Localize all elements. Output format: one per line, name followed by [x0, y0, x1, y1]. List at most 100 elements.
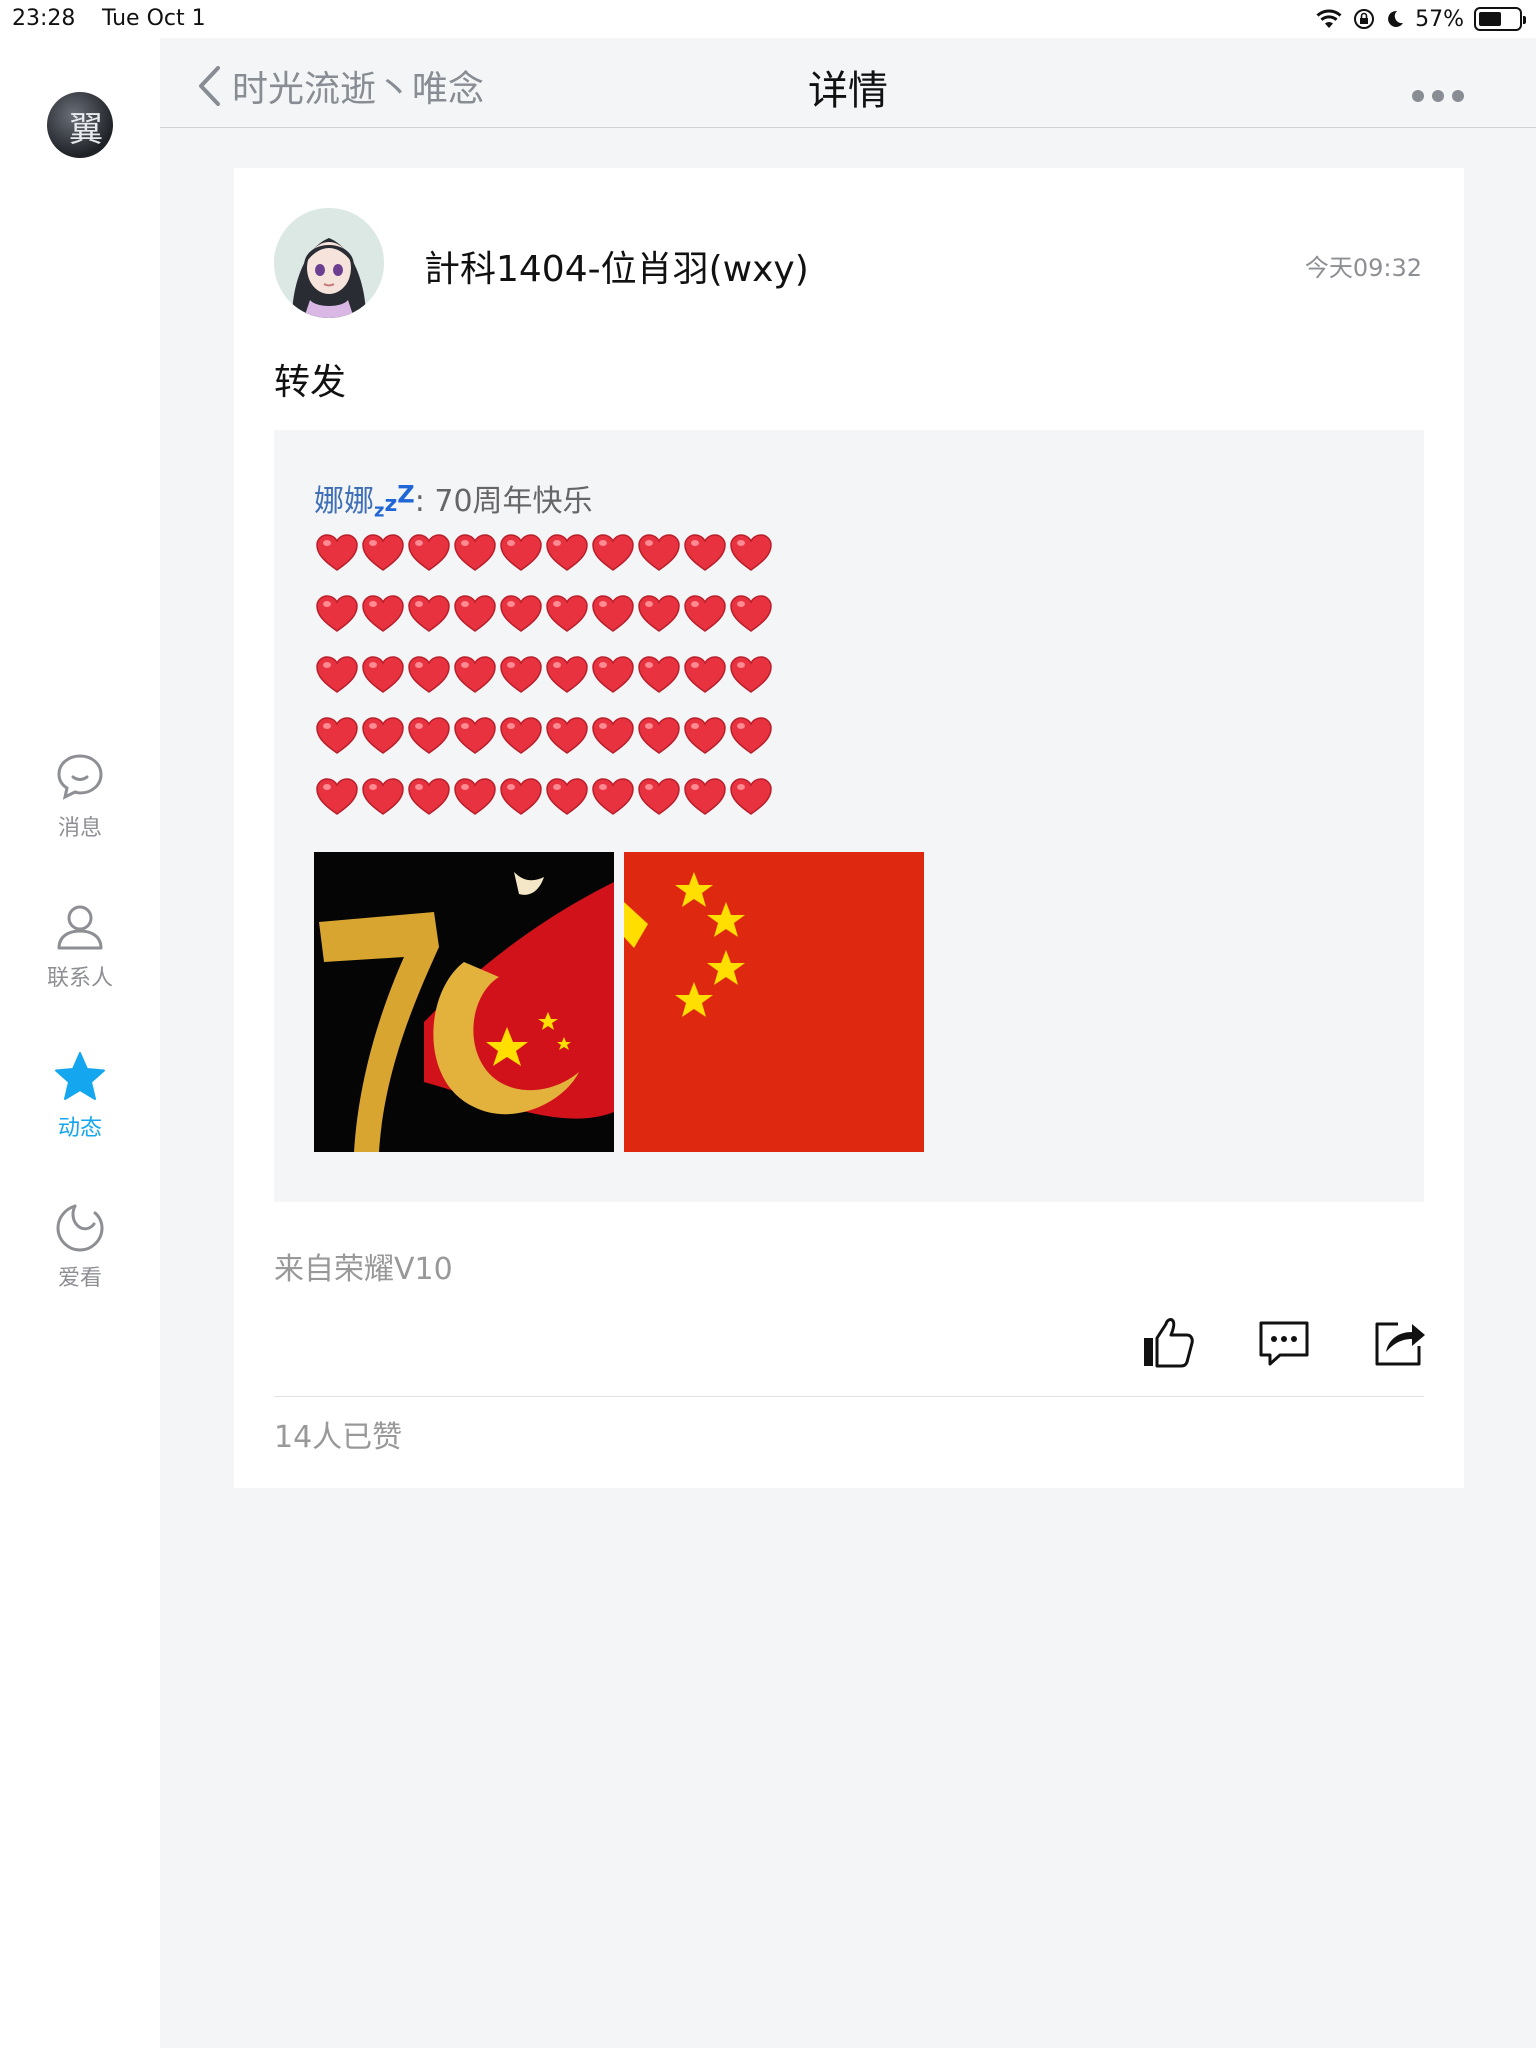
sidebar-item-label: 联系人 [46, 966, 113, 991]
heart-emoji-icon [730, 778, 772, 815]
status-date: Tue Oct 1 [102, 6, 206, 31]
hearts-grid [314, 530, 774, 835]
my-avatar[interactable]: 翼 [47, 92, 113, 158]
heart-emoji-icon [454, 778, 496, 815]
heart-emoji-icon [316, 656, 358, 693]
sidebar-item-label: 爱看 [57, 1266, 102, 1291]
heart-emoji-icon [454, 534, 496, 571]
heart-emoji-icon [500, 656, 542, 693]
heart-emoji-icon [362, 534, 404, 571]
heart-row [314, 652, 774, 713]
heart-row [314, 591, 774, 652]
sidebar: 翼 消息 联系人 动态 爱看 [0, 38, 160, 2048]
top-navigation: 时光流逝丶唯念 详情 [160, 38, 1536, 128]
heart-emoji-icon [408, 656, 450, 693]
heart-emoji-icon [592, 534, 634, 571]
heart-emoji-icon [684, 534, 726, 571]
sidebar-item-feed[interactable]: 动态 [0, 1050, 160, 1142]
moon-swirl-icon [56, 1204, 104, 1252]
sidebar-item-messages[interactable]: 消息 [0, 750, 160, 842]
repost-username[interactable]: 娜娜 [314, 484, 374, 519]
heart-emoji-icon [546, 534, 588, 571]
heart-emoji-icon [362, 656, 404, 693]
rotation-lock-icon [1354, 9, 1375, 29]
wifi-icon [1316, 9, 1342, 28]
heart-emoji-icon [638, 534, 680, 571]
comment-bubble-icon[interactable] [1256, 1314, 1312, 1370]
heart-emoji-icon [500, 534, 542, 571]
anime-avatar-image [274, 208, 384, 318]
heart-emoji-icon [500, 717, 542, 754]
post-card: 計科1404-位肖羽(wxy) 今天09:32 转发 娜娜zzZ: 70周年快乐 [234, 168, 1464, 1488]
heart-emoji-icon [408, 595, 450, 632]
70-anniversary-image[interactable] [314, 852, 614, 1152]
author-avatar[interactable] [274, 208, 384, 318]
do-not-disturb-moon-icon [1388, 10, 1404, 27]
post-actions [234, 1314, 1464, 1384]
heart-emoji-icon [546, 656, 588, 693]
sidebar-item-watch[interactable]: 爱看 [0, 1200, 160, 1292]
heart-emoji-icon [546, 717, 588, 754]
avatar-glyph: 翼 [69, 110, 103, 150]
status-bar: 23:28 Tue Oct 1 57% [0, 0, 1536, 38]
heart-row [314, 774, 774, 835]
heart-row [314, 713, 774, 774]
heart-emoji-icon [638, 717, 680, 754]
heart-emoji-icon [408, 778, 450, 815]
likes-count[interactable]: 14人已赞 [274, 1412, 402, 1456]
page-title: 详情 [808, 68, 888, 114]
heart-emoji-icon [546, 595, 588, 632]
heart-emoji-icon [592, 717, 634, 754]
post-text: 转发 [274, 362, 347, 403]
star-icon [55, 1052, 105, 1100]
heart-emoji-icon [730, 717, 772, 754]
post-timestamp: 今天09:32 [1304, 254, 1422, 282]
sidebar-item-contacts[interactable]: 联系人 [0, 900, 160, 992]
heart-emoji-icon [684, 656, 726, 693]
china-flag-image[interactable] [624, 852, 924, 1152]
heart-emoji-icon [454, 656, 496, 693]
more-dots-icon[interactable] [1412, 90, 1464, 102]
heart-emoji-icon [730, 534, 772, 571]
heart-emoji-icon [454, 717, 496, 754]
contact-person-icon [57, 905, 103, 950]
heart-emoji-icon [408, 534, 450, 571]
battery-percent: 57% [1415, 6, 1464, 32]
heart-emoji-icon [592, 656, 634, 693]
post-source: 来自荣耀V10 [274, 1252, 453, 1287]
status-time: 23:28 [12, 6, 76, 31]
heart-emoji-icon [730, 595, 772, 632]
heart-emoji-icon [454, 595, 496, 632]
sidebar-item-label: 动态 [57, 1116, 102, 1141]
heart-emoji-icon [684, 717, 726, 754]
heart-emoji-icon [730, 656, 772, 693]
heart-emoji-icon [362, 595, 404, 632]
heart-emoji-icon [316, 595, 358, 632]
repost-header: 娜娜zzZ: 70周年快乐 [314, 476, 593, 522]
heart-emoji-icon [546, 778, 588, 815]
heart-emoji-icon [408, 717, 450, 754]
reposted-content[interactable]: 娜娜zzZ: 70周年快乐 [274, 430, 1424, 1202]
heart-emoji-icon [684, 595, 726, 632]
divider [274, 1396, 1424, 1397]
heart-emoji-icon [638, 778, 680, 815]
heart-emoji-icon [316, 717, 358, 754]
author-name[interactable]: 計科1404-位肖羽(wxy) [424, 240, 809, 292]
share-arrow-icon[interactable] [1372, 1314, 1428, 1370]
chat-bubble-icon [57, 754, 103, 800]
repost-user-badge: zzZ [374, 480, 415, 522]
sidebar-item-label: 消息 [57, 816, 102, 841]
heart-emoji-icon [592, 778, 634, 815]
heart-emoji-icon [316, 534, 358, 571]
heart-row [314, 530, 774, 591]
heart-emoji-icon [362, 717, 404, 754]
like-thumb-icon[interactable] [1140, 1314, 1196, 1370]
repost-separator: : [414, 484, 435, 519]
battery-icon [1474, 7, 1526, 31]
heart-emoji-icon [500, 595, 542, 632]
heart-emoji-icon [684, 778, 726, 815]
heart-emoji-icon [638, 595, 680, 632]
heart-emoji-icon [362, 778, 404, 815]
heart-emoji-icon [500, 778, 542, 815]
heart-emoji-icon [316, 778, 358, 815]
